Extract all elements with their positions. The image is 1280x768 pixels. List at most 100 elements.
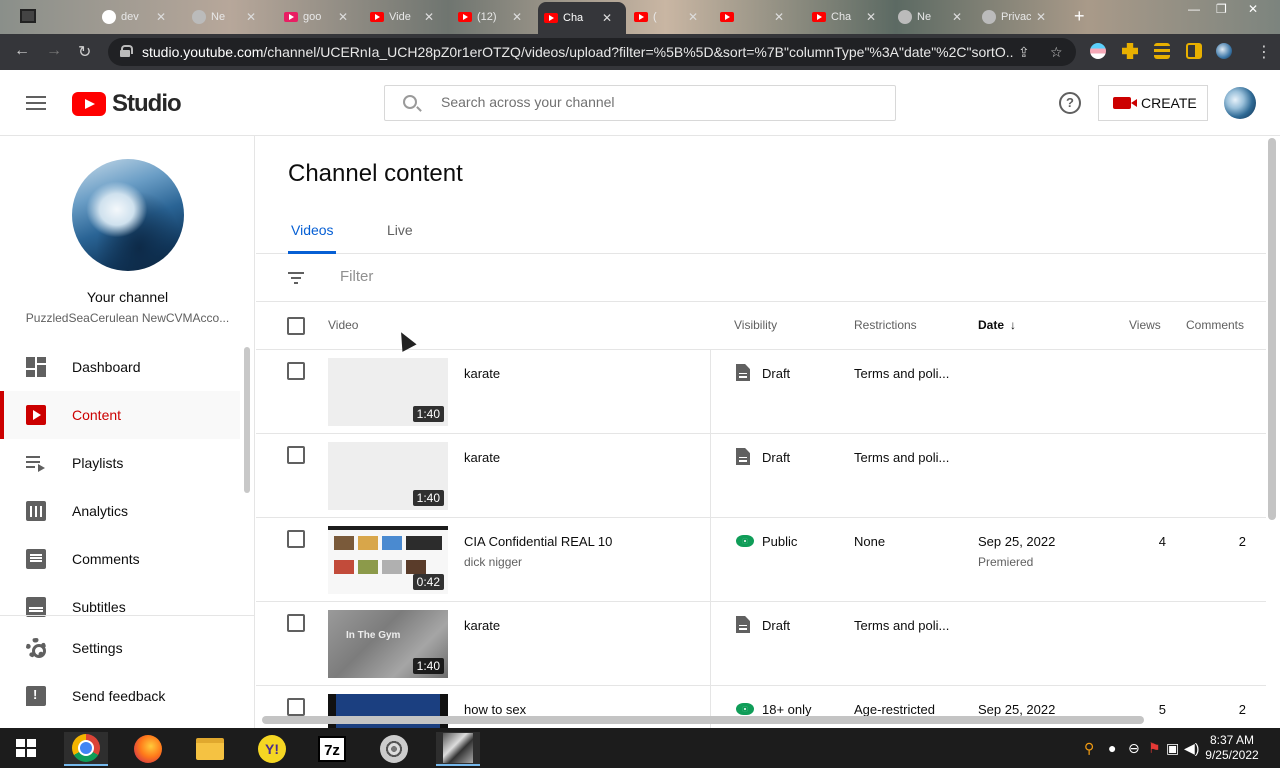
address-bar[interactable]: studio.youtube.com/channel/UCERnIa_UCH28… (108, 38, 1076, 66)
browser-tab[interactable]: (✕ (628, 4, 698, 30)
tab-close-icon[interactable]: ✕ (1036, 10, 1046, 24)
sidebar-item-analytics[interactable]: Analytics (0, 487, 240, 535)
visibility-status[interactable]: Draft (762, 366, 790, 381)
main-vertical-scrollbar[interactable] (1268, 138, 1276, 520)
visibility-status[interactable]: Draft (762, 450, 790, 465)
video-thumbnail[interactable]: 1:40 (328, 358, 448, 426)
tab-close-icon[interactable]: ✕ (424, 10, 434, 24)
taskbar-art-app[interactable] (436, 732, 480, 766)
windows-start-icon[interactable] (16, 739, 36, 757)
restrictions-status[interactable]: Terms and poli... (854, 618, 949, 633)
reload-icon[interactable]: ↻ (78, 42, 91, 62)
taskbar-firefox[interactable] (126, 732, 170, 766)
search-tray-icon[interactable]: ⚲ (1084, 740, 1094, 757)
browser-app-icon[interactable] (20, 9, 36, 23)
help-icon[interactable]: ? (1059, 92, 1081, 114)
table-row[interactable]: 1:40 karate Draft Terms and poli... (256, 350, 1266, 434)
network-icon[interactable]: ▣ (1166, 740, 1179, 757)
tray-flag-icon[interactable]: ⚑ (1148, 740, 1161, 757)
forward-icon[interactable]: → (46, 42, 62, 60)
reading-list-icon[interactable] (1154, 43, 1170, 59)
filter-icon[interactable] (288, 272, 304, 284)
video-thumbnail[interactable]: 1:40 (328, 442, 448, 510)
visibility-status[interactable]: Draft (762, 618, 790, 633)
table-row[interactable]: 1:40 karate Draft Terms and poli... (256, 434, 1266, 518)
tray-blocked-icon[interactable]: ⊖ (1128, 740, 1140, 757)
column-comments[interactable]: Comments (1186, 318, 1244, 332)
share-icon[interactable]: ⇪ (1018, 44, 1030, 61)
tab-live[interactable]: Live (387, 222, 413, 238)
browser-profile-avatar[interactable] (1216, 43, 1232, 59)
tab-close-icon[interactable]: ✕ (512, 10, 522, 24)
menu-icon[interactable] (26, 96, 46, 110)
bookmark-star-icon[interactable]: ☆ (1050, 44, 1063, 61)
browser-tab[interactable]: Ne ✕ (892, 4, 962, 30)
create-button[interactable]: CREATE (1098, 85, 1208, 121)
sidebar-item-send-feedback[interactable]: Send feedback (0, 672, 240, 720)
restrictions-status[interactable]: Terms and poli... (854, 366, 949, 381)
visibility-status[interactable]: Public (762, 534, 797, 549)
tab-close-icon[interactable]: ✕ (246, 10, 256, 24)
profile-extension-icon[interactable] (1090, 43, 1106, 59)
filter-input[interactable] (340, 268, 940, 285)
browser-tab[interactable]: Privacy ✕ (976, 4, 1046, 30)
taskbar-media-player[interactable] (372, 732, 416, 766)
row-checkbox[interactable] (287, 530, 305, 548)
video-title[interactable]: karate (464, 450, 500, 465)
back-icon[interactable]: ← (14, 42, 30, 60)
new-tab-button[interactable]: + (1074, 6, 1085, 27)
column-visibility[interactable]: Visibility (734, 318, 777, 332)
row-checkbox[interactable] (287, 614, 305, 632)
tab-videos[interactable]: Videos (291, 222, 334, 238)
video-thumbnail[interactable]: 0:42 (328, 526, 448, 594)
row-checkbox[interactable] (287, 698, 305, 716)
channel-avatar[interactable] (72, 159, 184, 271)
tab-close-icon[interactable]: ✕ (866, 10, 876, 24)
taskbar-7zip[interactable]: 7z (310, 732, 354, 766)
browser-tab[interactable]: ✕ (714, 4, 784, 30)
restore-icon[interactable]: ❐ (1216, 2, 1227, 16)
column-views[interactable]: Views (1129, 318, 1161, 332)
browser-tab[interactable]: Cha ✕ (538, 2, 626, 34)
restrictions-status[interactable]: Terms and poli... (854, 450, 949, 465)
select-all-checkbox[interactable] (287, 317, 305, 335)
browser-tab[interactable]: goo ✕ (278, 4, 348, 30)
video-title[interactable]: karate (464, 618, 500, 633)
volume-icon[interactable]: ◀) (1184, 740, 1199, 757)
url-text[interactable]: studio.youtube.com/channel/UCERnIa_UCH28… (142, 44, 1014, 60)
taskbar-file-explorer[interactable] (188, 732, 232, 766)
browser-tab[interactable]: Ne ✕ (186, 4, 256, 30)
video-title[interactable]: how to sex (464, 702, 526, 717)
sidebar-item-playlists[interactable]: Playlists (0, 439, 240, 487)
video-title[interactable]: karate (464, 366, 500, 381)
table-row[interactable]: In The Gym 1:40 karate Draft Terms and poli.… (256, 602, 1266, 686)
tab-close-icon[interactable]: ✕ (156, 10, 166, 24)
tray-status-icon[interactable]: ● (1108, 740, 1116, 756)
browser-tab[interactable]: dev ✕ (96, 4, 166, 30)
browser-tab[interactable]: Vide ✕ (364, 4, 434, 30)
tab-close-icon[interactable]: ✕ (774, 10, 784, 24)
column-video[interactable]: Video (328, 318, 358, 332)
tab-close-icon[interactable]: ✕ (952, 10, 962, 24)
row-checkbox[interactable] (287, 362, 305, 380)
minimize-icon[interactable]: — (1188, 2, 1200, 16)
search-bar[interactable] (384, 85, 896, 121)
system-clock[interactable]: 8:37 AM 9/25/2022 (1200, 733, 1264, 763)
sidebar-item-content[interactable]: Content (0, 391, 240, 439)
tab-close-icon[interactable]: ✕ (338, 10, 348, 24)
row-checkbox[interactable] (287, 446, 305, 464)
lock-icon[interactable] (120, 45, 133, 57)
column-restrictions[interactable]: Restrictions (854, 318, 917, 332)
restrictions-status[interactable]: None (854, 534, 885, 549)
taskbar-yahoo-messenger[interactable]: Y! (250, 732, 294, 766)
column-date[interactable]: Date ↓ (978, 318, 1016, 332)
visibility-status[interactable]: 18+ only (762, 702, 812, 717)
sidebar-item-settings[interactable]: Settings (0, 624, 240, 672)
video-thumbnail[interactable]: In The Gym 1:40 (328, 610, 448, 678)
extensions-puzzle-icon[interactable] (1122, 43, 1138, 59)
sidebar-scrollbar[interactable] (244, 347, 250, 493)
side-panel-icon[interactable] (1186, 43, 1202, 59)
restrictions-status[interactable]: Age-restricted (854, 702, 935, 717)
tab-close-icon[interactable]: ✕ (602, 11, 612, 25)
account-avatar[interactable] (1224, 87, 1256, 119)
